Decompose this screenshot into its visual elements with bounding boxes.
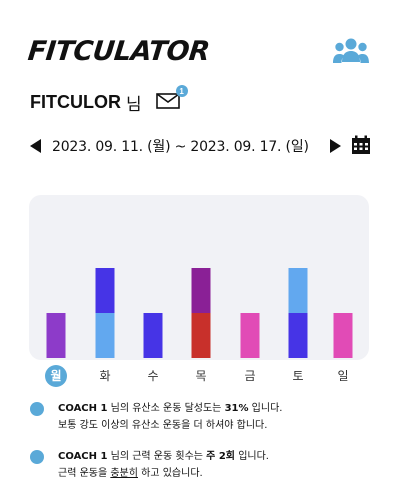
next-week-button[interactable] [330, 139, 341, 153]
day-tab-4[interactable]: 목 [190, 365, 212, 387]
coach-name: COACH 1 [58, 403, 108, 414]
bar-segment-4-1[interactable] [191, 313, 211, 358]
strength-note: COACH 1 님의 근력 운동 횟수는 주 2회 입니다. 근력 운동을 충분… [30, 448, 370, 488]
strength-advice-emphasis: 충분히 [110, 468, 138, 479]
bar-segment-5-1[interactable] [240, 313, 260, 358]
bar-segment-2-2[interactable] [95, 268, 115, 313]
strength-advice-a: 근력 운동을 [58, 468, 111, 479]
week-range-label: 2023. 09. 11. (월) ~ 2023. 09. 17. (일) [52, 139, 309, 155]
strength-note-text-b: 입니다. [235, 451, 269, 462]
chart-canvas [46, 268, 353, 358]
cardio-note-text-b: 입니다. [248, 403, 283, 414]
mail-button[interactable]: 1 [155, 85, 188, 112]
bar-segment-4-2[interactable] [191, 268, 211, 313]
user-greeting: FITCULOR 님 1 [30, 85, 188, 116]
cardio-advice: 보통 강도 이상의 유산소 운동을 더 하셔야 합니다. [58, 420, 268, 431]
cardio-percent: 31% [224, 403, 249, 414]
day-tab-2[interactable]: 화 [94, 365, 116, 387]
bullet-dot [30, 450, 44, 464]
mail-icon [155, 93, 180, 109]
day-labels: 월화수목금토일 [29, 362, 369, 387]
mail-count-badge: 1 [175, 85, 188, 97]
strength-note-text: COACH 1 님의 근력 운동 횟수는 주 2회 입니다. 근력 운동을 충분… [58, 448, 370, 482]
calendar-icon[interactable] [351, 135, 371, 155]
bar-segment-7-1[interactable] [333, 313, 353, 358]
cardio-note: COACH 1 님의 유산소 운동 달성도는 31% 입니다. 보통 강도 이상… [30, 400, 370, 440]
bar-segment-1-1[interactable] [46, 313, 66, 358]
day-tab-7[interactable]: 일 [332, 365, 354, 387]
bar-segment-3-1[interactable] [143, 313, 163, 358]
weekly-exercise-chart [29, 195, 369, 360]
prev-week-button[interactable] [30, 139, 41, 153]
app-header: FITCULATOR [26, 34, 374, 74]
day-tab-6[interactable]: 토 [287, 365, 309, 387]
strength-note-text-a: 님의 근력 운동 횟수는 [107, 451, 207, 462]
cardio-note-text-a: 님의 유산소 운동 달성도는 [107, 403, 225, 414]
bar-segment-6-1[interactable] [288, 313, 308, 358]
coach-name: COACH 1 [58, 451, 108, 462]
strength-frequency: 주 2회 [206, 451, 236, 462]
day-tab-3[interactable]: 수 [142, 365, 164, 387]
week-selector: 2023. 09. 11. (월) ~ 2023. 09. 17. (일) [28, 134, 374, 158]
bar-segment-2-1[interactable] [95, 313, 115, 358]
cardio-note-text: COACH 1 님의 유산소 운동 달성도는 31% 입니다. 보통 강도 이상… [58, 400, 370, 434]
bullet-dot [30, 402, 44, 416]
user-honorific: 님 [125, 94, 142, 115]
strength-advice-b: 하고 있습니다. [137, 468, 203, 479]
app-logo: FITCULATOR [26, 36, 211, 67]
day-tab-5[interactable]: 금 [239, 365, 261, 387]
group-icon[interactable] [332, 36, 370, 68]
bar-segment-6-2[interactable] [288, 268, 308, 313]
user-name: FITCULOR [30, 91, 121, 112]
day-tab-1[interactable]: 월 [45, 365, 67, 387]
